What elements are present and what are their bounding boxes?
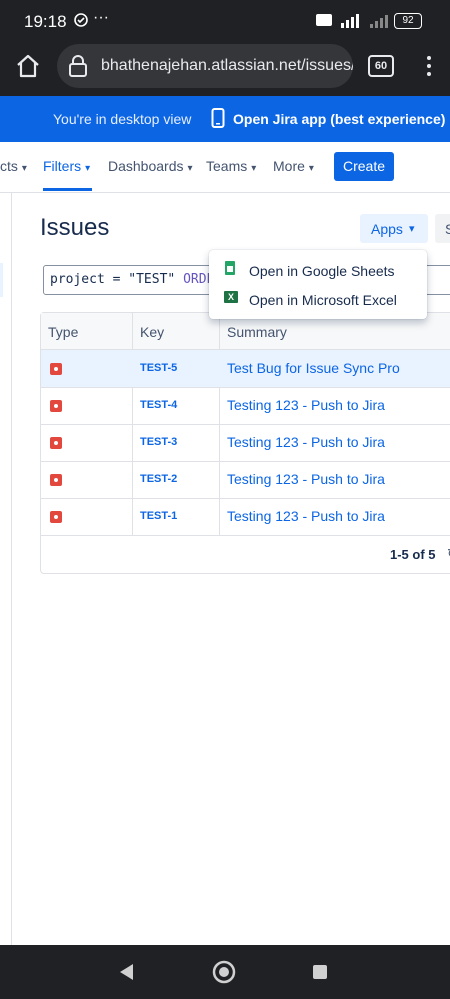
home-circle-icon[interactable] <box>212 960 236 984</box>
bug-icon <box>50 400 62 412</box>
menu-item-label: Open in Microsoft Excel <box>249 292 397 308</box>
issue-key-link[interactable]: TEST-2 <box>140 473 177 485</box>
issue-key-link[interactable]: TEST-3 <box>140 436 177 448</box>
url-text[interactable]: bhathenajehan.atlassian.net/issues/?jq <box>101 57 353 75</box>
issue-summary-link[interactable]: Testing 123 - Push to Jira <box>227 471 385 487</box>
more-notifications-icon: ··· <box>93 9 109 26</box>
apps-button[interactable]: Apps ▾ <box>360 214 428 243</box>
status-time: 19:18 <box>24 12 67 31</box>
jql-query-text[interactable]: project = "TEST" ORDE <box>50 272 214 287</box>
nav-more[interactable]: More ▾ <box>273 158 314 174</box>
apps-dropdown-menu: Open in Google Sheets X Open in Microsof… <box>209 250 427 319</box>
nav-projects-label: cts <box>0 158 18 174</box>
table-row[interactable]: TEST-4 Testing 123 - Push to Jira <box>41 387 450 425</box>
android-navigation-bar <box>0 945 450 999</box>
desktop-view-banner: You're in desktop view Open Jira app (be… <box>0 96 450 142</box>
page-title: Issues <box>40 214 110 241</box>
nav-projects[interactable]: cts ▾ <box>0 158 27 174</box>
sidebar-active-marker <box>0 263 3 297</box>
apps-button-label: Apps <box>371 221 403 237</box>
table-row[interactable]: TEST-1 Testing 123 - Push to Jira <box>41 498 450 536</box>
issue-summary-link[interactable]: Testing 123 - Push to Jira <box>227 397 385 413</box>
sync-check-icon <box>74 13 88 27</box>
desktop-view-text: You're in desktop view <box>53 111 192 127</box>
jql-prefix: project = "TEST" <box>50 272 184 287</box>
bug-icon <box>50 437 62 449</box>
back-icon[interactable] <box>118 963 134 981</box>
excel-icon: X <box>224 291 238 303</box>
nav-teams[interactable]: Teams ▾ <box>206 158 256 174</box>
phone-icon[interactable] <box>211 108 225 128</box>
issue-summary-link[interactable]: Test Bug for Issue Sync Pro <box>227 360 400 376</box>
issue-key-link[interactable]: TEST-5 <box>140 362 177 374</box>
bug-icon <box>50 363 62 375</box>
chevron-down-icon: ▾ <box>187 163 193 174</box>
signal-4g-icon <box>341 14 359 28</box>
nav-dashboards[interactable]: Dashboards ▾ <box>108 158 193 174</box>
sidebar-collapsed[interactable] <box>0 193 12 945</box>
nav-more-label: More <box>273 158 305 174</box>
chevron-down-icon: ▾ <box>85 163 91 174</box>
tab-switcher-button[interactable]: 60 <box>368 55 394 77</box>
share-button-label: S <box>445 221 450 237</box>
share-button[interactable]: S <box>435 214 450 243</box>
menu-item-microsoft-excel[interactable]: X Open in Microsoft Excel <box>209 286 427 315</box>
issue-key-link[interactable]: TEST-4 <box>140 399 177 411</box>
issue-summary-link[interactable]: Testing 123 - Push to Jira <box>227 508 385 524</box>
issue-key-link[interactable]: TEST-1 <box>140 510 177 522</box>
table-row[interactable]: TEST-2 Testing 123 - Push to Jira <box>41 461 450 499</box>
menu-item-google-sheets[interactable]: Open in Google Sheets <box>209 257 427 286</box>
recents-icon[interactable] <box>312 964 328 980</box>
battery-level: 92 <box>402 15 414 26</box>
volte-icon <box>316 14 332 26</box>
issue-summary-link[interactable]: Testing 123 - Push to Jira <box>227 434 385 450</box>
nav-dashboards-label: Dashboards <box>108 158 184 174</box>
battery-icon: 92 <box>394 13 422 29</box>
kebab-menu-icon[interactable] <box>424 55 434 77</box>
status-bar: 19:18 ··· 92 <box>0 0 450 42</box>
chevron-down-icon: ▾ <box>251 163 257 174</box>
chevron-down-icon: ▾ <box>308 163 314 174</box>
nav-teams-label: Teams <box>206 158 248 174</box>
browser-toolbar: bhathenajehan.atlassian.net/issues/?jq 6… <box>0 42 450 96</box>
google-sheets-icon <box>225 261 235 275</box>
chevron-down-icon: ▾ <box>409 223 415 235</box>
open-jira-app-link[interactable]: Open Jira app (best experience) <box>233 111 445 127</box>
table-row[interactable]: TEST-5 Test Bug for Issue Sync Pro <box>41 350 450 388</box>
column-header-key[interactable]: Key <box>140 324 164 340</box>
nav-filters-label: Filters <box>43 158 82 174</box>
bug-icon <box>50 511 62 523</box>
signal-weak-icon <box>370 15 388 28</box>
pagination-count: 1-5 of 5 <box>390 547 436 562</box>
active-tab-indicator <box>43 188 92 191</box>
lock-icon[interactable] <box>68 54 88 78</box>
bug-icon <box>50 474 62 486</box>
address-bar[interactable]: bhathenajehan.atlassian.net/issues/?jq <box>57 44 353 88</box>
chevron-down-icon: ▾ <box>21 163 27 174</box>
home-icon[interactable] <box>15 53 41 79</box>
menu-item-label: Open in Google Sheets <box>249 263 395 279</box>
table-row[interactable]: TEST-3 Testing 123 - Push to Jira <box>41 424 450 462</box>
nav-filters[interactable]: Filters ▾ <box>43 158 90 174</box>
issues-table: Type Key Summary TEST-5 Test Bug for Iss… <box>40 312 450 574</box>
column-header-type[interactable]: Type <box>48 324 78 340</box>
top-navigation: cts ▾ Filters ▾ Dashboards ▾ Teams ▾ More ▾ C… <box>0 142 450 193</box>
column-header-summary[interactable]: Summary <box>227 324 287 340</box>
create-button[interactable]: Create <box>334 152 394 181</box>
